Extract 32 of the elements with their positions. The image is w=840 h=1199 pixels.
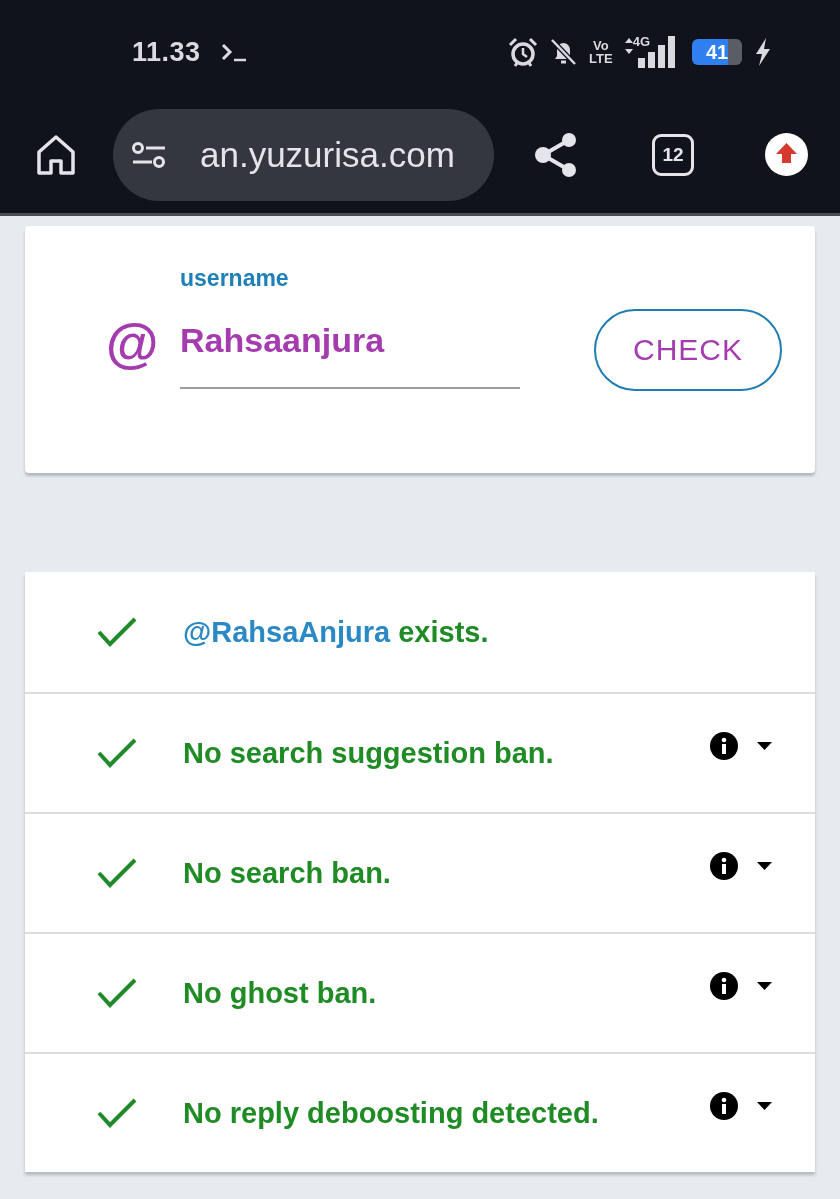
caret-icon[interactable]: [757, 1102, 772, 1110]
home-icon[interactable]: [37, 134, 75, 175]
site-settings-icon[interactable]: [132, 141, 166, 168]
info-icon[interactable]: [710, 732, 738, 760]
tab-switcher[interactable]: 12: [652, 133, 694, 176]
network-type: 4G: [632, 34, 650, 49]
result-text: No ghost ban.: [183, 976, 377, 1010]
result-text: No search suggestion ban.: [183, 736, 554, 770]
result-text: No reply deboosting detected.: [183, 1096, 599, 1130]
charging-bolt-icon: [754, 38, 772, 66]
up-arrow-extension-icon[interactable]: [765, 133, 808, 176]
bell-off-icon: [550, 38, 578, 66]
terminal-prompt-icon: [220, 42, 247, 62]
share-icon[interactable]: [534, 131, 578, 178]
caret-icon[interactable]: [757, 982, 772, 990]
data-arrows-icon: [624, 38, 633, 54]
address-bar[interactable]: an.yuzurisa.com: [113, 108, 494, 201]
caret-icon[interactable]: [757, 742, 772, 750]
field-label: username: [180, 265, 289, 291]
check-button[interactable]: CHECK: [594, 309, 782, 391]
username-input[interactable]: Rahsaanjura: [180, 291, 520, 389]
caret-icon[interactable]: [757, 862, 772, 870]
result-text: No search ban.: [183, 856, 391, 890]
info-icon[interactable]: [710, 972, 738, 1000]
volte-indicator: Vo LTE: [589, 39, 613, 65]
clock-time: 11.33: [132, 36, 201, 68]
profile-link[interactable]: @RahsaAnjura: [183, 615, 391, 648]
result-text: @RahsaAnjura exists.: [183, 615, 489, 649]
info-icon[interactable]: [710, 1092, 738, 1120]
alarm-clock-icon: [508, 36, 539, 68]
battery-level: 41: [692, 39, 742, 65]
info-icon[interactable]: [710, 852, 738, 880]
